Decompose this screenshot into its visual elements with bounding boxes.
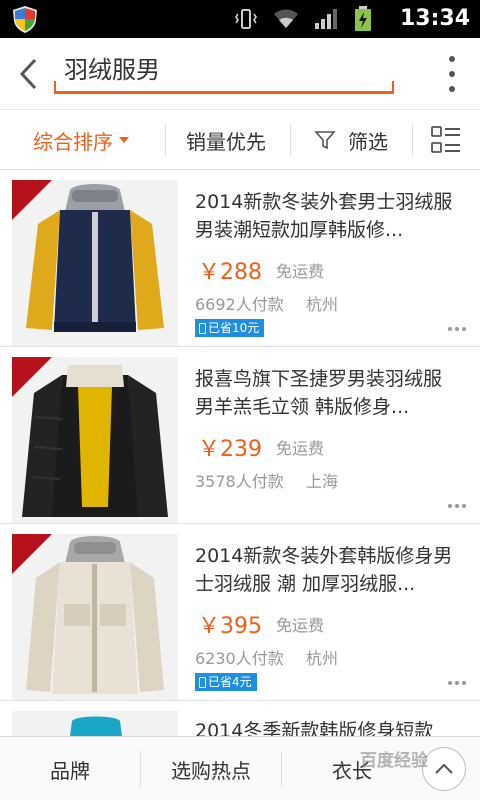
product-item[interactable]: 2014新款冬装外套男士羽绒服男装潮短款加厚韩版修... ￥288 免运费 66…: [0, 170, 480, 347]
row-more-button[interactable]: [448, 681, 466, 685]
phone-icon: [199, 322, 206, 334]
more-dot: [462, 327, 466, 331]
more-dot: [448, 327, 452, 331]
discount-label: 已省4元: [208, 675, 252, 689]
free-shipping-label: 免运费: [276, 262, 325, 281]
phone-icon: [199, 676, 206, 688]
status-bar: 13:34: [0, 0, 480, 38]
seller-city: 上海: [306, 472, 339, 491]
back-button[interactable]: [8, 52, 48, 96]
clock: 13:34: [399, 6, 470, 31]
sales-count: 3578人付款: [195, 472, 284, 491]
product-title[interactable]: 2014新款冬装外套男士羽绒服男装潮短款加厚韩版修...: [195, 188, 465, 244]
sort-dropdown[interactable]: 综合排序: [33, 110, 129, 170]
more-dot: [448, 681, 452, 685]
search-header: 羽绒服男: [0, 38, 480, 110]
more-dot: [449, 86, 455, 92]
mobile-discount-badge: 已省10元: [195, 319, 265, 337]
product-price: ￥288: [198, 260, 262, 285]
product-image[interactable]: [12, 534, 178, 700]
wifi-icon: [274, 9, 298, 28]
chevron-up-icon: [435, 763, 453, 774]
product-price: ￥239: [198, 437, 262, 462]
product-image[interactable]: [12, 357, 178, 523]
search-query: 羽绒服男: [64, 56, 160, 84]
more-dot: [455, 327, 459, 331]
row-more-button[interactable]: [448, 327, 466, 331]
filter-button[interactable]: 筛选: [314, 110, 388, 170]
sort-label: 综合排序: [33, 129, 113, 154]
product-title[interactable]: 报喜鸟旗下圣捷罗男装羽绒服 男羊羔毛立领 韩版修身...: [195, 365, 465, 421]
list-view-toggle[interactable]: [430, 110, 462, 170]
battery-charging-icon: [355, 6, 371, 31]
product-list: 2014新款冬装外套男士羽绒服男装潮短款加厚韩版修... ￥288 免运费 66…: [0, 170, 480, 701]
hot-picks-label: 选购热点: [171, 758, 251, 783]
filter-label: 筛选: [348, 129, 388, 154]
search-input[interactable]: 羽绒服男: [54, 48, 394, 94]
mobile-discount-badge: 已省4元: [195, 673, 257, 691]
sales-first-label: 销量优先: [186, 129, 266, 154]
corner-badge: [12, 534, 52, 574]
scroll-to-top-button[interactable]: [422, 747, 466, 791]
chevron-left-icon: [19, 58, 37, 90]
sales-first-tab[interactable]: 销量优先: [186, 110, 266, 170]
filter-bar: 综合排序 销量优先 筛选: [0, 110, 480, 170]
brand-filter-button[interactable]: 品牌: [0, 737, 140, 800]
corner-badge: [12, 357, 52, 397]
security-shield-icon: [13, 6, 37, 33]
product-item[interactable]: 报喜鸟旗下圣捷罗男装羽绒服 男羊羔毛立领 韩版修身... ￥239 免运费 35…: [0, 347, 480, 524]
seller-city: 杭州: [306, 649, 339, 668]
discount-label: 已省10元: [208, 321, 260, 335]
product-title[interactable]: 2014新款冬装外套韩版修身男士羽绒服 潮 加厚羽绒服...: [195, 542, 465, 598]
input-edge-left: [54, 81, 56, 91]
caret-down-icon: [119, 137, 129, 143]
product-image[interactable]: [12, 180, 178, 346]
input-edge-right: [392, 81, 394, 91]
corner-badge: [12, 180, 52, 220]
signal-icon: [315, 9, 337, 29]
seller-city: 杭州: [306, 295, 339, 314]
hot-picks-filter-button[interactable]: 选购热点: [141, 737, 281, 800]
divider: [165, 124, 166, 156]
more-dot: [449, 56, 455, 62]
more-dot: [455, 504, 459, 508]
list-view-icon: [431, 126, 460, 153]
product-item[interactable]: 2014冬季新款韩版修身短款: [0, 701, 480, 741]
product-price: ￥395: [198, 614, 262, 639]
more-dot: [449, 71, 455, 77]
sales-count: 6692人付款: [195, 295, 284, 314]
free-shipping-label: 免运费: [276, 439, 325, 458]
more-dot: [462, 681, 466, 685]
funnel-icon: [314, 131, 336, 150]
product-item[interactable]: 2014新款冬装外套韩版修身男士羽绒服 潮 加厚羽绒服... ￥395 免运费 …: [0, 524, 480, 701]
divider: [412, 124, 413, 156]
watermark: 百度经验: [360, 751, 428, 771]
vibrate-icon: [235, 9, 257, 29]
divider: [290, 124, 291, 156]
more-dot: [455, 681, 459, 685]
free-shipping-label: 免运费: [276, 616, 325, 635]
more-options-button[interactable]: [444, 56, 460, 92]
sales-count: 6230人付款: [195, 649, 284, 668]
more-dot: [462, 504, 466, 508]
brand-label: 品牌: [50, 758, 90, 783]
more-dot: [448, 504, 452, 508]
row-more-button[interactable]: [448, 504, 466, 508]
